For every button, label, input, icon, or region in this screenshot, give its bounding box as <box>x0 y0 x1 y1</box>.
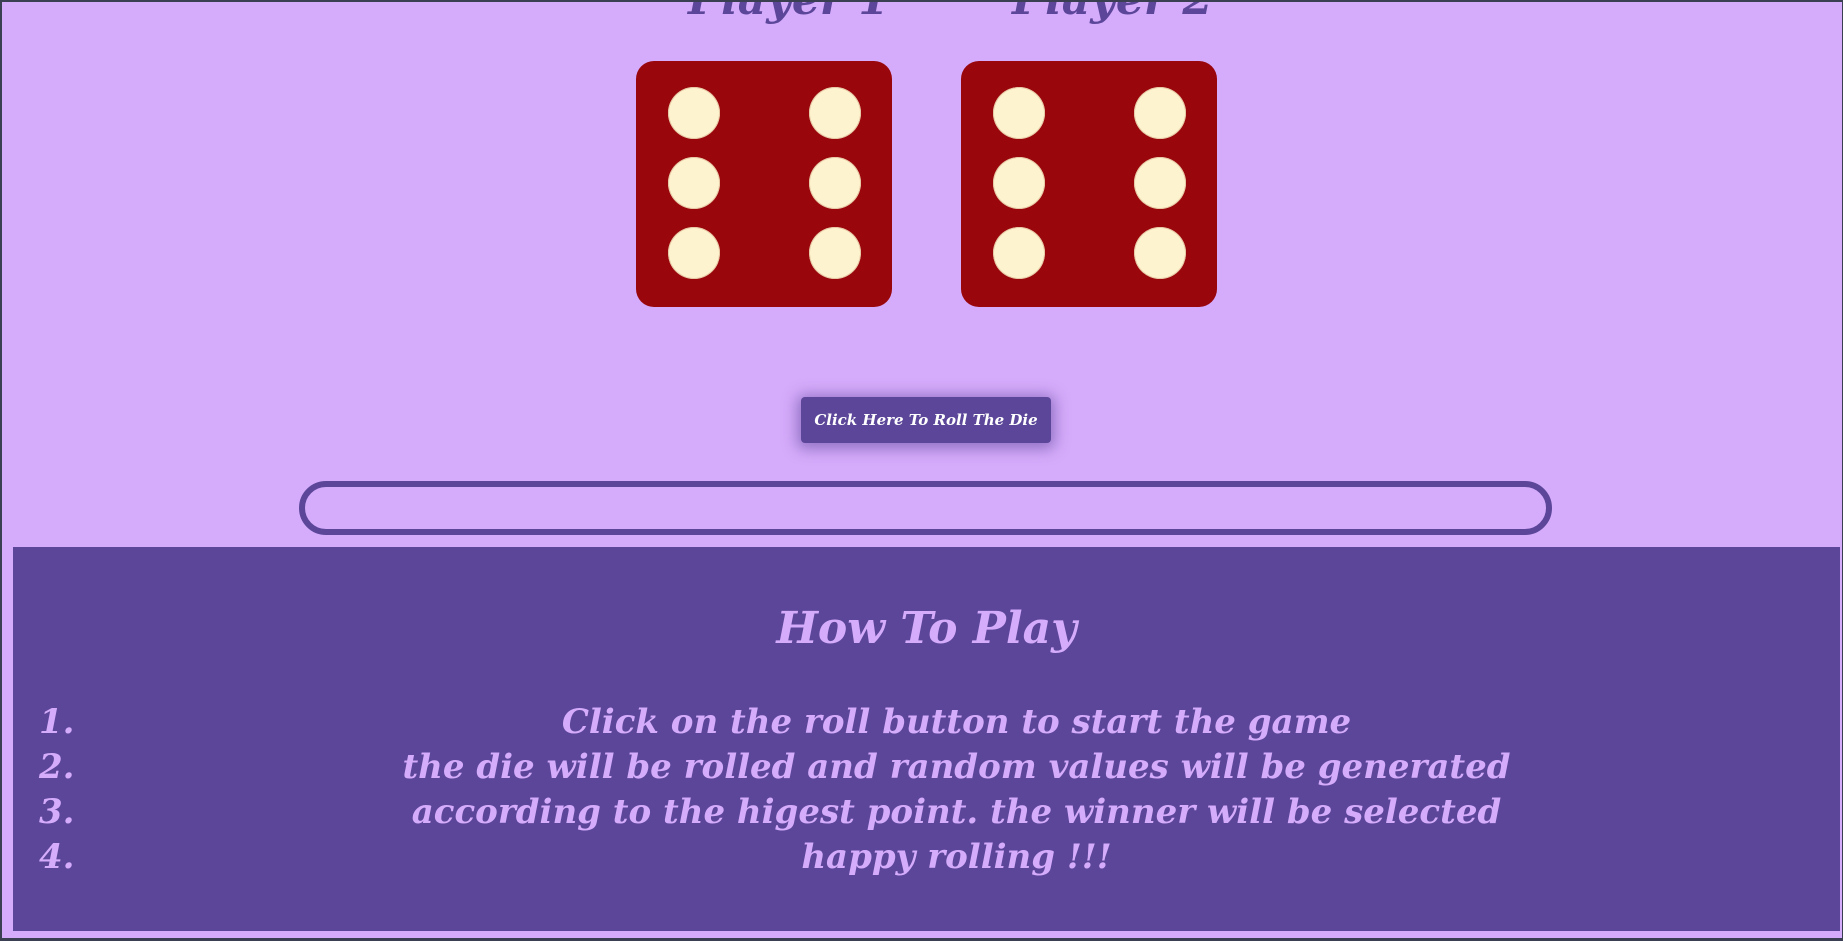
die-pip <box>993 87 1045 139</box>
rule-item: 3. according to the higest point. the wi… <box>13 792 1840 836</box>
player-1-die <box>636 61 892 307</box>
die-pip <box>668 227 720 279</box>
rule-item: 4. happy rolling !!! <box>13 837 1840 881</box>
die-pip <box>1134 227 1186 279</box>
die-pip <box>1134 87 1186 139</box>
rule-text: Click on the roll button to start the ga… <box>561 702 1352 742</box>
player-2-die <box>961 61 1217 307</box>
die-pip <box>993 157 1045 209</box>
die-pip <box>809 157 861 209</box>
rule-text: happy rolling !!! <box>801 837 1112 877</box>
roll-die-button[interactable]: Click Here To Roll The Die <box>801 397 1051 443</box>
die-pip <box>809 87 861 139</box>
rule-number: 2. <box>39 747 75 787</box>
die-pip <box>668 157 720 209</box>
rule-number: 3. <box>39 792 75 832</box>
player-2-label: Player 2 <box>1012 0 1213 25</box>
how-to-play-panel: How To Play 1. Click on the roll button … <box>13 547 1840 931</box>
rule-text: the die will be rolled and random values… <box>402 747 1511 787</box>
how-to-play-title: How To Play <box>776 603 1077 654</box>
rule-number: 1. <box>39 702 75 742</box>
die-pip <box>668 87 720 139</box>
result-display <box>299 481 1552 535</box>
die-pip <box>993 227 1045 279</box>
rule-item: 1. Click on the roll button to start the… <box>13 702 1840 746</box>
player-1-label: Player 1 <box>688 0 889 25</box>
rule-item: 2. the die will be rolled and random val… <box>13 747 1840 791</box>
die-pip <box>1134 157 1186 209</box>
rule-text: according to the higest point. the winne… <box>411 792 1502 832</box>
rule-number: 4. <box>39 837 75 877</box>
die-pip <box>809 227 861 279</box>
